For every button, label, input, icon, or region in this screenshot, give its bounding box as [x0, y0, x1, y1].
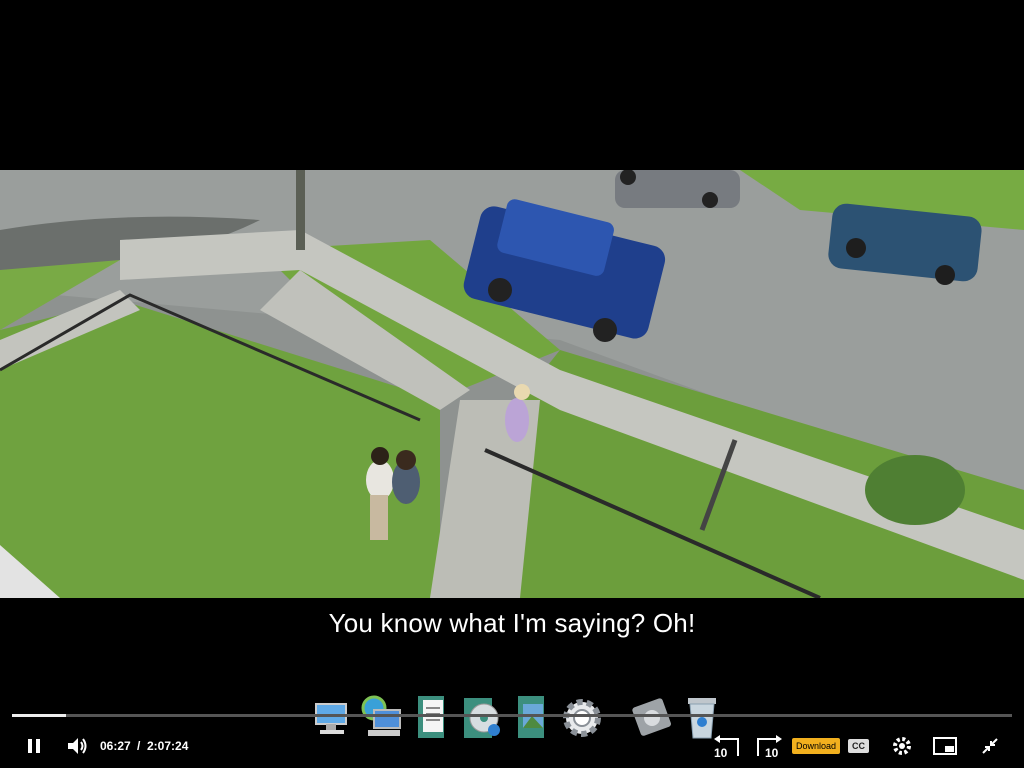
subtitle-text: You know what I'm saying? Oh! [328, 608, 696, 638]
rewind-10-icon: 10 [714, 735, 739, 758]
current-time: 06:27 [100, 739, 131, 753]
captions-button[interactable]: CC [848, 730, 869, 762]
skip-back-button[interactable]: 10 [710, 730, 742, 762]
forward-10-icon: 10 [757, 735, 782, 758]
control-bar: 06:27 / 2:07:24 10 10 Download CC [0, 730, 1024, 762]
exit-fullscreen-icon [982, 738, 998, 754]
duration: 2:07:24 [147, 739, 189, 753]
skip-forward-button[interactable]: 10 [754, 730, 786, 762]
download-label: Download [792, 738, 841, 754]
seek-bar-fill [12, 714, 66, 717]
svg-text:10: 10 [714, 746, 728, 758]
exit-fullscreen-button[interactable] [978, 730, 1002, 762]
pip-icon [933, 737, 957, 755]
time-separator: / [137, 739, 141, 753]
video-player: You know what I'm saying? Oh! 06:27 / 2:… [0, 0, 1024, 768]
seek-bar[interactable] [12, 714, 1012, 717]
picture-in-picture-button[interactable] [932, 730, 958, 762]
pause-icon [28, 739, 40, 753]
gear-icon [893, 737, 911, 755]
volume-button[interactable] [66, 730, 90, 762]
download-button[interactable]: Download [792, 730, 841, 762]
video-frame[interactable] [0, 170, 1024, 598]
svg-text:10: 10 [765, 746, 779, 758]
pause-button[interactable] [22, 730, 46, 762]
captions-label: CC [848, 739, 869, 753]
video-scene [0, 170, 1024, 598]
speaker-icon [68, 738, 87, 754]
settings-button[interactable] [890, 730, 914, 762]
